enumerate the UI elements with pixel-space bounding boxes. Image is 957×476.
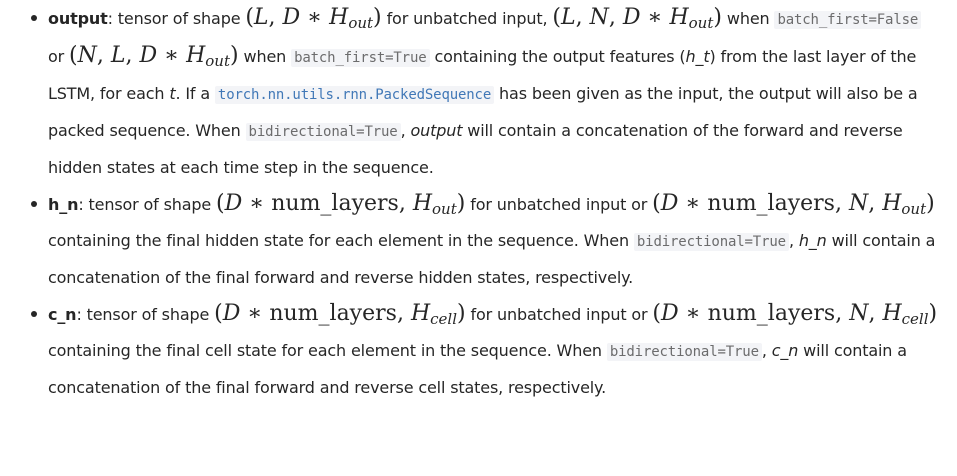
term-h-n: h_n: [48, 195, 79, 214]
math-shape-unbatched: (D ∗ num_layers, Hcell): [214, 301, 466, 328]
math-shape-batched: (D ∗ num_layers, N, Hcell): [652, 301, 938, 328]
italic-c-n: c_n: [771, 341, 799, 360]
bullet-icon: [31, 201, 37, 207]
bullet-icon: [31, 311, 37, 317]
math-shape-unbatched: (D ∗ num_layers, Hout): [216, 191, 466, 218]
math-shape-batched: (D ∗ num_layers, N, Hout): [652, 191, 935, 218]
text: or: [48, 47, 70, 66]
list-item-output: output: tensor of shape (L, D ∗ Hout) fo…: [0, 0, 957, 186]
code-batch-first-false: batch_first=False: [774, 11, 922, 29]
text: for unbatched input,: [381, 9, 553, 28]
text: for unbatched input or: [465, 305, 653, 324]
text: : tensor of shape: [107, 9, 246, 28]
code-bidirectional-true: bidirectional=True: [633, 233, 789, 251]
text: containing the final hidden state for ea…: [48, 231, 634, 250]
bullet-icon: [31, 15, 37, 21]
code-bidirectional-true: bidirectional=True: [245, 123, 401, 141]
text: when: [238, 47, 292, 66]
math-shape-seq-first: (L, N, D ∗ Hout): [552, 5, 722, 32]
packed-sequence-link[interactable]: torch.nn.utils.rnn.PackedSequence: [214, 86, 495, 104]
text: when: [721, 9, 775, 28]
text: . If a: [175, 84, 215, 103]
outputs-list: output: tensor of shape (L, D ∗ Hout) fo…: [0, 0, 957, 406]
list-item-h-n: h_n: tensor of shape (D ∗ num_layers, Ho…: [0, 186, 957, 296]
list-item-c-n: c_n: tensor of shape (D ∗ num_layers, Hc…: [0, 296, 957, 406]
text: containing the output features (: [429, 47, 686, 66]
code-bidirectional-true: bidirectional=True: [606, 343, 762, 361]
italic-output: output: [410, 121, 463, 140]
text: : tensor of shape: [78, 195, 217, 214]
math-shape-batch-first: (N, L, D ∗ Hout): [69, 43, 239, 70]
term-c-n: c_n: [48, 305, 77, 324]
italic-h-n: h_n: [798, 231, 827, 250]
code-batch-first-true: batch_first=True: [291, 49, 430, 67]
text: ,: [788, 231, 799, 250]
term-output: output: [48, 9, 108, 28]
text: for unbatched input or: [465, 195, 653, 214]
text: : tensor of shape: [76, 305, 215, 324]
text: ,: [761, 341, 772, 360]
math-shape-unbatched: (L, D ∗ Hout): [245, 5, 382, 32]
text: ,: [400, 121, 411, 140]
italic-h-t: h_t: [685, 47, 710, 66]
text: containing the final cell state for each…: [48, 341, 607, 360]
